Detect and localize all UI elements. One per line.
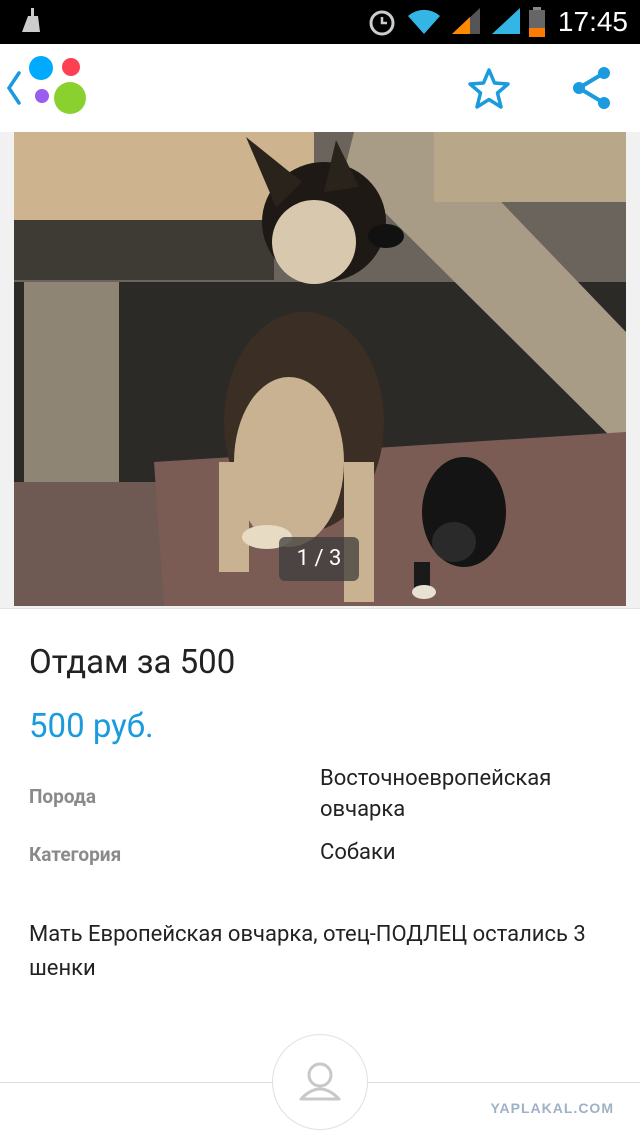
listing-price: 500 руб. — [29, 707, 154, 746]
photo-counter: 1 / 3 — [279, 537, 359, 581]
listing-description: Мать Европейская овчарка, отец-ПОДЛЕЦ ос… — [29, 922, 586, 981]
favorite-star-icon[interactable] — [466, 66, 512, 112]
battery-icon — [529, 7, 545, 37]
listing-photo-dog[interactable] — [14, 132, 626, 606]
app-logo[interactable] — [26, 54, 90, 118]
param-value-breed: Восточноевропейская овчарка — [320, 766, 552, 822]
seller-avatar-button[interactable] — [272, 1034, 368, 1130]
param-value-category: Собаки — [320, 840, 396, 865]
param-label-breed: Порода — [29, 785, 97, 808]
alarm-icon — [369, 10, 395, 36]
clock: 17:45 — [557, 6, 628, 37]
signal-icon — [452, 8, 480, 34]
wifi-icon — [408, 9, 440, 34]
signal-icon-2 — [492, 8, 520, 34]
share-icon[interactable] — [570, 64, 614, 112]
photo-gallery[interactable]: 1 / 3 — [0, 132, 640, 609]
back-arrow-icon[interactable] — [6, 70, 22, 106]
listing-title: Отдам за 500 — [29, 643, 236, 682]
watermark: YAPLAKAL.COM — [490, 1100, 614, 1116]
cleaner-icon — [22, 8, 40, 32]
app-toolbar — [0, 44, 640, 133]
user-icon — [299, 1062, 341, 1101]
status-bar: 17:45 — [0, 0, 640, 44]
param-label-category: Категория — [29, 843, 122, 866]
